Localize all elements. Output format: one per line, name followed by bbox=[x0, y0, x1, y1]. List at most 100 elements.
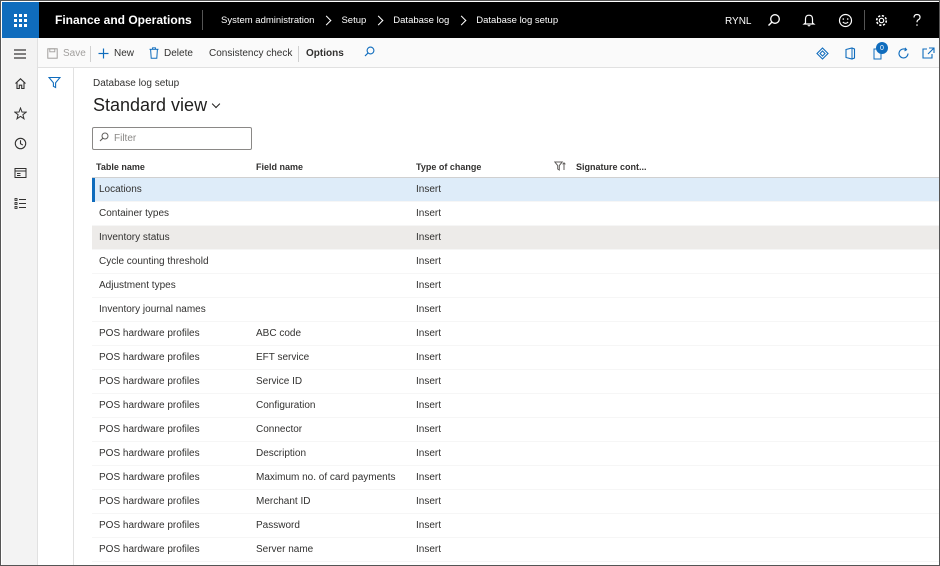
cell-field-name: Service ID bbox=[256, 376, 303, 387]
cell-table-name: Cycle counting threshold bbox=[99, 256, 209, 267]
star-icon[interactable] bbox=[2, 99, 38, 127]
breadcrumb-item[interactable]: Setup bbox=[341, 15, 366, 26]
cell-table-name: Inventory status bbox=[99, 232, 170, 243]
cell-field-name: Server name bbox=[256, 544, 314, 555]
search-icon bbox=[364, 46, 375, 60]
open-new-window-icon[interactable] bbox=[922, 38, 935, 68]
cell-type-of-change: Insert bbox=[416, 232, 442, 243]
cell-field-name: EFT service bbox=[256, 352, 310, 363]
cell-table-name: Adjustment types bbox=[99, 280, 176, 291]
cell-table-name: POS hardware profiles bbox=[99, 376, 200, 387]
quick-filter[interactable] bbox=[92, 127, 252, 150]
table-row[interactable]: POS hardware profiles Maximum no. of card… bbox=[92, 466, 939, 490]
gear-icon[interactable] bbox=[864, 2, 898, 38]
table-row[interactable]: POS hardware profiles Server name Insert bbox=[92, 538, 939, 562]
cell-type-of-change: Insert bbox=[416, 256, 442, 267]
search-icon[interactable] bbox=[757, 2, 791, 38]
action-pane: Save New Delete Consistency check Option… bbox=[38, 38, 939, 68]
chevron-down-icon bbox=[211, 99, 221, 109]
table-row[interactable]: POS hardware profiles Configuration Insert bbox=[92, 394, 939, 418]
column-header-signature[interactable]: Signature cont... bbox=[576, 162, 647, 172]
breadcrumb-item[interactable]: Database log bbox=[393, 15, 449, 26]
divider bbox=[202, 10, 203, 30]
column-header-table-name[interactable]: Table name bbox=[96, 162, 145, 172]
table-row[interactable]: Inventory status Insert bbox=[92, 226, 939, 250]
consistency-check-label: Consistency check bbox=[209, 47, 293, 59]
save-icon bbox=[47, 47, 58, 59]
divider bbox=[298, 46, 299, 62]
new-label: New bbox=[114, 47, 135, 59]
cell-table-name: POS hardware profiles bbox=[99, 472, 200, 483]
left-navigation bbox=[2, 38, 38, 565]
cell-type-of-change: Insert bbox=[416, 304, 442, 315]
view-selector[interactable]: Standard view bbox=[93, 95, 221, 116]
database-log-grid: Table name Field name Type of change Sig… bbox=[92, 156, 939, 562]
table-row[interactable]: Cycle counting threshold Insert bbox=[92, 250, 939, 274]
app-title[interactable]: Finance and Operations bbox=[55, 13, 192, 27]
column-header-field-name[interactable]: Field name bbox=[256, 162, 303, 172]
cell-table-name: POS hardware profiles bbox=[99, 448, 200, 459]
plus-icon bbox=[98, 48, 109, 59]
cell-table-name: POS hardware profiles bbox=[99, 424, 200, 435]
table-row[interactable]: POS hardware profiles Password Insert bbox=[92, 514, 939, 538]
table-row[interactable]: POS hardware profiles EFT service Insert bbox=[92, 346, 939, 370]
table-row[interactable]: POS hardware profiles Description Insert bbox=[92, 442, 939, 466]
breadcrumb-item-current[interactable]: Database log setup bbox=[476, 15, 558, 26]
funnel-icon[interactable] bbox=[47, 76, 62, 92]
power-apps-icon[interactable] bbox=[816, 38, 829, 68]
save-button[interactable]: Save bbox=[47, 38, 86, 68]
cell-type-of-change: Insert bbox=[416, 208, 442, 219]
cell-type-of-change: Insert bbox=[416, 328, 442, 339]
table-row[interactable]: POS hardware profiles Connector Insert bbox=[92, 418, 939, 442]
table-row[interactable]: Adjustment types Insert bbox=[92, 274, 939, 298]
hamburger-icon[interactable] bbox=[2, 40, 38, 68]
bell-icon[interactable] bbox=[792, 2, 826, 38]
delete-label: Delete bbox=[164, 47, 193, 59]
cell-table-name: POS hardware profiles bbox=[99, 544, 200, 555]
app-launcher-icon[interactable] bbox=[2, 2, 39, 38]
cell-type-of-change: Insert bbox=[416, 280, 442, 291]
help-icon[interactable] bbox=[900, 2, 934, 38]
column-header-type-of-change[interactable]: Type of change bbox=[416, 162, 481, 172]
filter-pane-strip bbox=[38, 68, 74, 565]
new-button[interactable]: New bbox=[98, 38, 134, 68]
grid-body: Locations Insert Container types Insert Inve… bbox=[92, 178, 939, 562]
cell-type-of-change: Insert bbox=[416, 352, 442, 363]
refresh-icon[interactable] bbox=[897, 38, 910, 68]
table-row[interactable]: Inventory journal names Insert bbox=[92, 298, 939, 322]
smiley-icon[interactable] bbox=[828, 2, 862, 38]
attachments-badge: 0 bbox=[876, 42, 888, 54]
table-row[interactable]: Container types Insert bbox=[92, 202, 939, 226]
attachments-icon[interactable]: 0 bbox=[872, 38, 888, 68]
workspace-icon[interactable] bbox=[2, 159, 38, 187]
table-row[interactable]: POS hardware profiles Service ID Insert bbox=[92, 370, 939, 394]
cell-field-name: Description bbox=[256, 448, 307, 459]
options-label: Options bbox=[306, 47, 344, 59]
options-tab[interactable]: Options bbox=[306, 38, 344, 68]
top-bar: Finance and Operations System administra… bbox=[2, 2, 939, 38]
delete-button[interactable]: Delete bbox=[149, 38, 193, 68]
filter-input[interactable] bbox=[114, 133, 244, 144]
action-search-button[interactable] bbox=[364, 38, 375, 68]
table-row[interactable]: POS hardware profiles Merchant ID Insert bbox=[92, 490, 939, 514]
company-picker[interactable]: RYNL bbox=[725, 16, 752, 27]
grid-header: Table name Field name Type of change Sig… bbox=[92, 156, 939, 178]
main-content: Database log setup Standard view Table n… bbox=[75, 68, 939, 565]
home-icon[interactable] bbox=[2, 69, 38, 97]
clock-icon[interactable] bbox=[2, 129, 38, 157]
breadcrumb-item[interactable]: System administration bbox=[221, 15, 314, 26]
cell-type-of-change: Insert bbox=[416, 400, 442, 411]
office-icon[interactable] bbox=[844, 38, 856, 68]
app-frame: Finance and Operations System administra… bbox=[0, 0, 940, 566]
column-filter-icon[interactable] bbox=[553, 161, 566, 174]
cell-field-name: Maximum no. of card payments bbox=[256, 472, 396, 483]
cell-type-of-change: Insert bbox=[416, 496, 442, 507]
cell-type-of-change: Insert bbox=[416, 544, 442, 555]
chevron-right-icon bbox=[322, 15, 332, 26]
cell-table-name: POS hardware profiles bbox=[99, 496, 200, 507]
table-row[interactable]: POS hardware profiles ABC code Insert bbox=[92, 322, 939, 346]
table-row[interactable]: Locations Insert bbox=[92, 178, 939, 202]
cell-type-of-change: Insert bbox=[416, 472, 442, 483]
consistency-check-button[interactable]: Consistency check bbox=[209, 38, 292, 68]
modules-icon[interactable] bbox=[2, 189, 38, 217]
